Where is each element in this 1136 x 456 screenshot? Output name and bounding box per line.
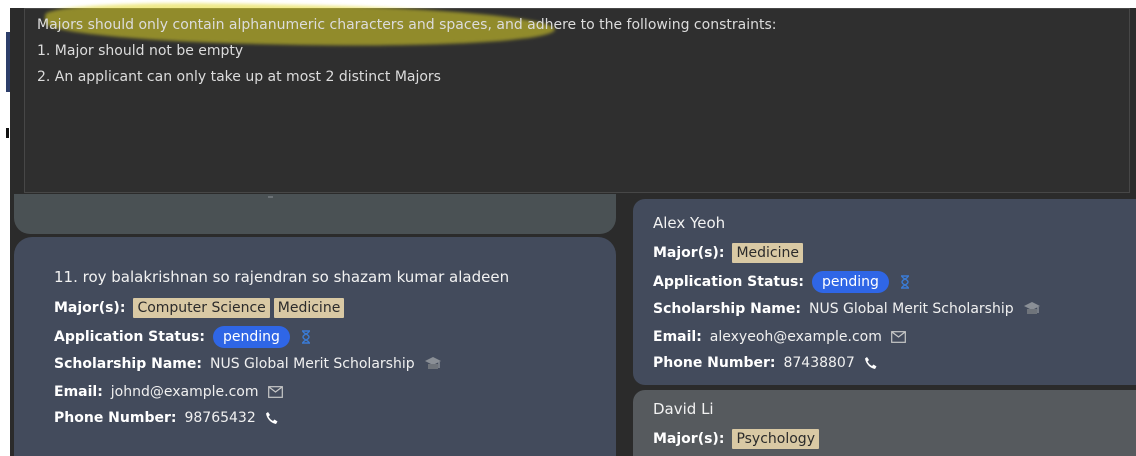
mail-icon: [267, 386, 283, 398]
constraint-2: 2. An applicant can only take up at most…: [37, 69, 441, 85]
hourglass-icon: [299, 330, 313, 344]
scholarship-value: NUS Global Merit Scholarship: [808, 301, 1014, 317]
applicant-name: Alex Yeoh: [653, 214, 726, 232]
email-label: Email:: [653, 329, 702, 345]
status-row: Application Status: pending: [54, 326, 313, 348]
hourglass-icon: [898, 275, 912, 289]
applicant-card-previous[interactable]: [14, 194, 616, 234]
scholarship-row: Scholarship Name: NUS Global Merit Schol…: [653, 301, 1041, 317]
majors-row: Major(s): Psychology: [653, 429, 823, 449]
phone-value: 98765432: [184, 410, 256, 426]
scholarship-label: Scholarship Name:: [653, 301, 801, 317]
status-row: Application Status: pending: [653, 271, 912, 293]
card-text-remnant: [268, 196, 273, 198]
scholarship-label: Scholarship Name:: [54, 356, 202, 372]
mail-icon: [890, 331, 906, 343]
major-tag: Computer Science: [133, 298, 270, 318]
majors-label: Major(s):: [653, 431, 725, 447]
result-display: Majors should only contain alphanumeric …: [24, 0, 1130, 193]
applicant-name: David Li: [653, 400, 714, 418]
applicant-name: 11. roy balakrishnan so rajendran so sha…: [54, 268, 510, 286]
email-label: Email:: [54, 384, 103, 400]
phone-icon: [265, 411, 279, 425]
scholarship-icon: [424, 356, 442, 372]
major-tag: Psychology: [732, 429, 819, 449]
major-tag: Medicine: [732, 243, 803, 263]
email-value: alexyeoh@example.com: [709, 329, 882, 345]
email-row: Email: alexyeoh@example.com: [653, 329, 906, 345]
email-value: johnd@example.com: [110, 384, 259, 400]
majors-row: Major(s): Computer Science Medicine: [54, 298, 348, 318]
scholarship-icon: [1023, 301, 1041, 317]
majors-label: Major(s):: [653, 245, 725, 261]
majors-row: Major(s): Medicine: [653, 243, 807, 263]
majors-label: Major(s):: [54, 300, 126, 316]
constraint-1: 1. Major should not be empty: [37, 43, 244, 59]
scholarship-value: NUS Global Merit Scholarship: [209, 356, 415, 372]
phone-value: 87438807: [783, 355, 855, 371]
validation-message: Majors should only contain alphanumeric …: [37, 17, 777, 33]
phone-label: Phone Number:: [653, 355, 776, 371]
email-row: Email: johnd@example.com: [54, 384, 283, 400]
status-label: Application Status:: [54, 329, 205, 345]
status-label: Application Status:: [653, 274, 804, 290]
status-badge: pending: [812, 271, 889, 293]
major-tag: Medicine: [273, 298, 345, 318]
phone-row: Phone Number: 87438807: [653, 355, 878, 371]
status-badge: pending: [213, 326, 290, 348]
phone-icon: [864, 356, 878, 370]
phone-row: Phone Number: 98765432: [54, 410, 279, 426]
scholarship-row: Scholarship Name: NUS Global Merit Schol…: [54, 356, 442, 372]
phone-label: Phone Number:: [54, 410, 177, 426]
window-tick: [6, 128, 9, 138]
